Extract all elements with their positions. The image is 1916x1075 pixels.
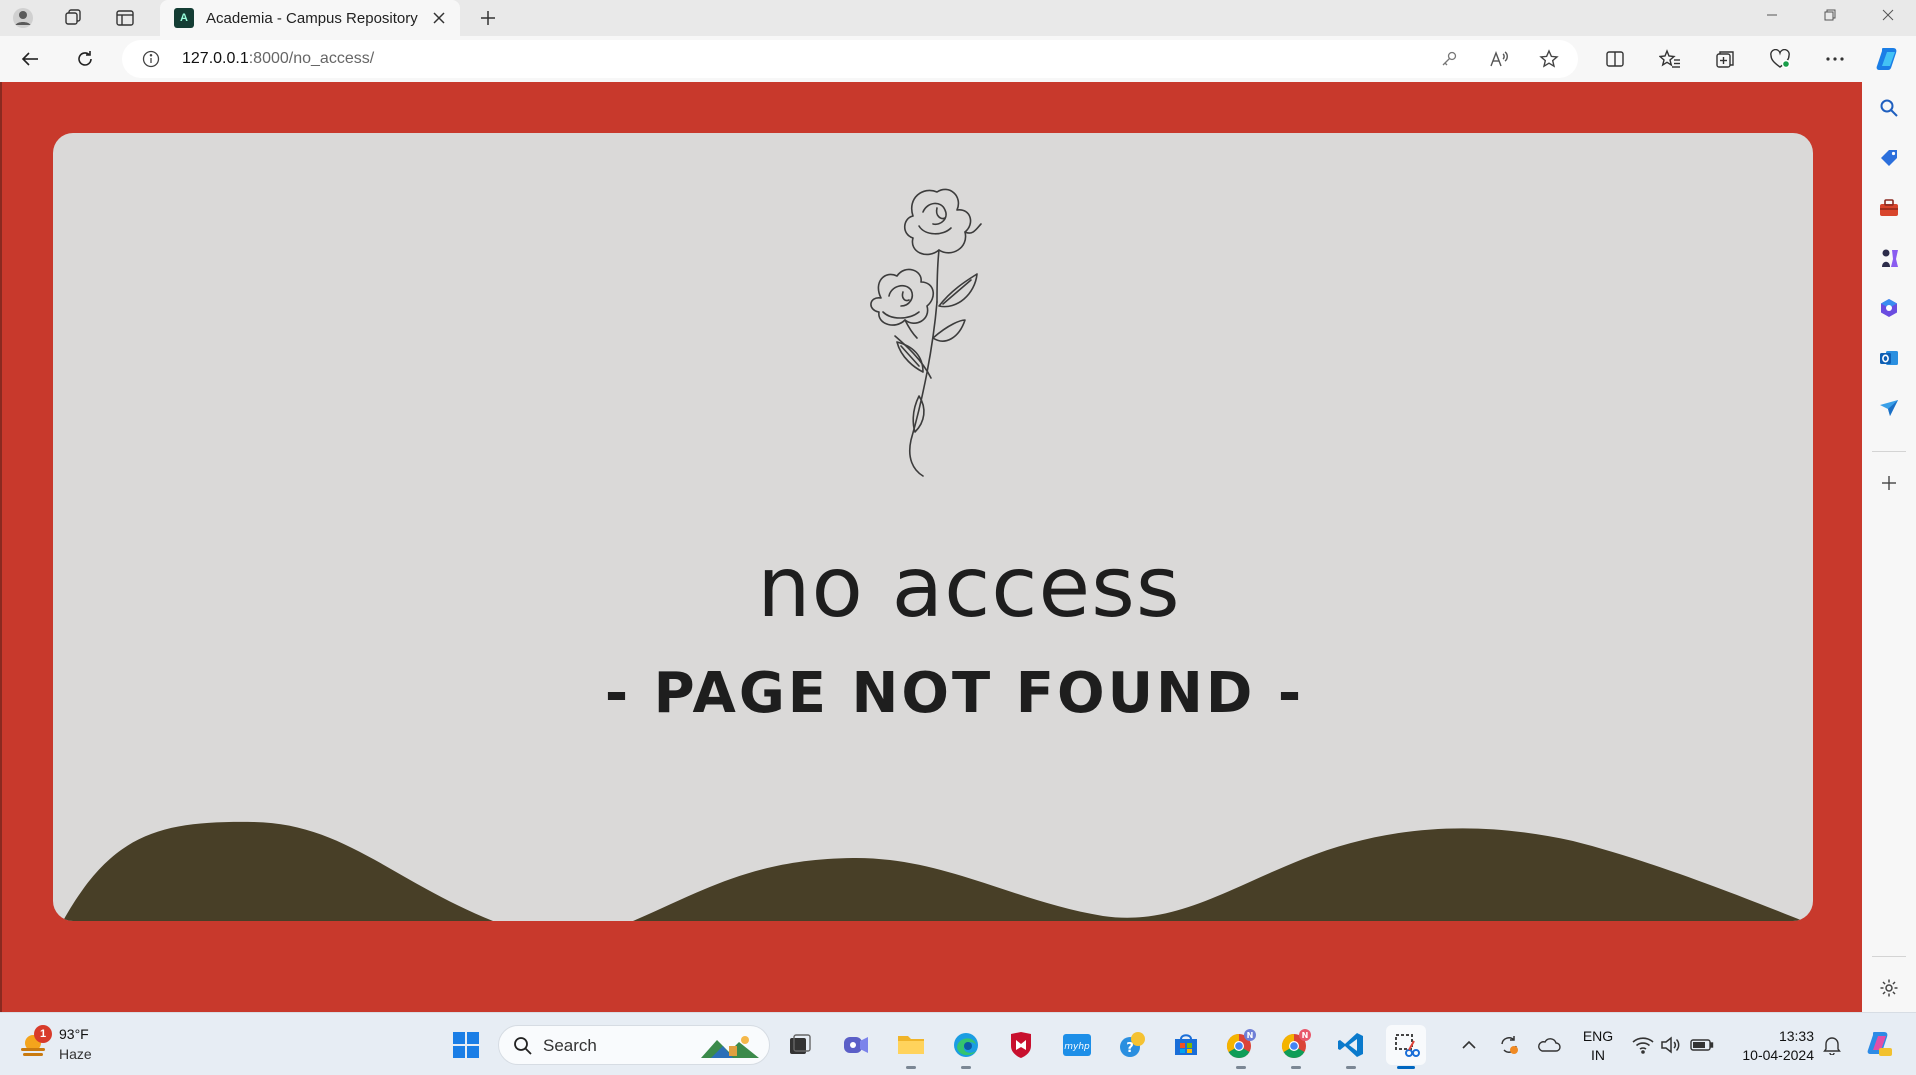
search-icon[interactable] (1871, 90, 1907, 126)
password-key-icon[interactable] (1434, 44, 1464, 74)
refresh-icon[interactable] (67, 41, 103, 77)
weather-alert-badge: 1 (34, 1025, 52, 1043)
task-view-icon[interactable] (780, 1025, 820, 1065)
weather-condition: Haze (59, 1046, 92, 1062)
search-icon (514, 1037, 532, 1055)
running-indicator (906, 1066, 916, 1069)
collections-icon[interactable] (1707, 41, 1743, 77)
title-bar: A Academia - Campus Repository (0, 0, 1916, 36)
close-tab-icon[interactable] (428, 7, 450, 29)
svg-text:N: N (1302, 1031, 1309, 1040)
browser-essentials-icon[interactable] (1762, 41, 1798, 77)
volume-icon[interactable] (1659, 1033, 1683, 1057)
vscode-icon[interactable] (1331, 1025, 1371, 1069)
running-indicator (1236, 1066, 1246, 1069)
rose-illustration (870, 188, 982, 477)
clock-date: 10-04-2024 (1742, 1047, 1814, 1063)
chess-icon[interactable] (1871, 240, 1907, 276)
svg-text:N: N (1247, 1031, 1254, 1040)
notifications-icon[interactable] (1820, 1033, 1844, 1057)
file-explorer-icon[interactable] (891, 1025, 931, 1069)
favorite-star-icon[interactable] (1534, 44, 1564, 74)
language-indicator[interactable]: ENG IN (1580, 1027, 1616, 1065)
mcafee-icon[interactable] (1001, 1025, 1041, 1065)
chrome-icon[interactable]: N (1276, 1025, 1316, 1069)
start-icon[interactable] (446, 1025, 486, 1065)
address-bar[interactable]: 127.0.0.1:8000/no_access/ (122, 40, 1578, 78)
battery-icon[interactable] (1690, 1033, 1714, 1057)
browser-toolbar: 127.0.0.1:8000/no_access/ (0, 36, 1916, 82)
running-indicator (1291, 1066, 1301, 1069)
shopping-tag-icon[interactable] (1871, 140, 1907, 176)
language-region: IN (1591, 1047, 1605, 1063)
close-window-icon[interactable] (1860, 0, 1916, 30)
store-icon[interactable] (1166, 1025, 1206, 1065)
add-icon[interactable] (1871, 465, 1907, 501)
onedrive-icon[interactable] (1537, 1033, 1561, 1057)
show-hidden-icons-icon[interactable] (1457, 1033, 1481, 1057)
copilot-preview-icon[interactable] (1864, 1029, 1894, 1059)
taskbar-search[interactable]: Search (498, 1025, 770, 1065)
url-text[interactable]: 127.0.0.1:8000/no_access/ (182, 50, 374, 68)
url-host: 127.0.0.1 (182, 50, 249, 67)
tools-icon[interactable] (1871, 190, 1907, 226)
back-icon[interactable] (12, 41, 48, 77)
read-aloud-icon[interactable] (1484, 44, 1514, 74)
chrome-icon[interactable]: N (1221, 1025, 1261, 1069)
help-icon[interactable]: ? (1112, 1025, 1152, 1065)
restore-icon[interactable] (1802, 0, 1858, 30)
outlook-icon[interactable] (1871, 340, 1907, 376)
sync-icon[interactable] (1497, 1033, 1521, 1057)
page-subheading: - PAGE NOT FOUND - (604, 661, 1305, 726)
more-options-icon[interactable] (1817, 41, 1853, 77)
svg-text:?: ? (1126, 1041, 1134, 1056)
page-frame: no access - PAGE NOT FOUND - (0, 82, 1862, 1012)
search-highlight-icon (701, 1036, 759, 1058)
running-indicator (1346, 1066, 1356, 1069)
edge-sidebar (1862, 82, 1916, 1012)
wifi-icon[interactable] (1631, 1033, 1655, 1057)
profile-icon[interactable] (5, 3, 41, 33)
new-tab-icon[interactable] (472, 2, 504, 34)
taskbar-search-placeholder: Search (543, 1036, 597, 1055)
taskbar: 1 93°F Haze Search myhp ? N N ENG IN 13:… (0, 1012, 1916, 1075)
snipping-tool-icon[interactable] (1386, 1025, 1426, 1069)
copilot-icon[interactable] (1870, 41, 1906, 77)
site-favicon: A (174, 8, 194, 28)
active-tab[interactable]: A Academia - Campus Repository (160, 0, 460, 36)
url-path: :8000/no_access/ (248, 50, 375, 67)
tab-title: Academia - Campus Repository (206, 9, 418, 27)
weather-temperature: 93°F (59, 1026, 89, 1042)
sidebar-divider (1872, 956, 1906, 957)
minimize-icon[interactable] (1744, 0, 1800, 30)
page-heading: no access (757, 538, 1181, 636)
content-card: no access - PAGE NOT FOUND - (53, 133, 1813, 921)
office-icon[interactable] (1871, 290, 1907, 326)
active-indicator (1397, 1066, 1415, 1069)
hills-decoration (63, 821, 1803, 921)
svg-text:myhp: myhp (1064, 1042, 1090, 1052)
send-icon[interactable] (1871, 390, 1907, 426)
weather-widget[interactable]: 1 93°F Haze (18, 1023, 128, 1067)
clock-time: 13:33 (1778, 1028, 1814, 1044)
myhp-icon[interactable]: myhp (1057, 1025, 1097, 1065)
running-indicator (961, 1066, 971, 1069)
settings-icon[interactable] (1871, 970, 1907, 1006)
edge-icon[interactable] (946, 1025, 986, 1069)
teams-icon[interactable] (836, 1025, 876, 1065)
site-info-icon[interactable] (140, 48, 162, 70)
favorites-icon[interactable] (1652, 41, 1688, 77)
sidebar-divider (1872, 451, 1906, 452)
workspaces-icon[interactable] (55, 3, 91, 33)
clock[interactable]: 13:33 10-04-2024 (1732, 1027, 1814, 1065)
language-code: ENG (1582, 1028, 1614, 1044)
vertical-tabs-icon[interactable] (107, 3, 143, 33)
split-screen-icon[interactable] (1597, 41, 1633, 77)
